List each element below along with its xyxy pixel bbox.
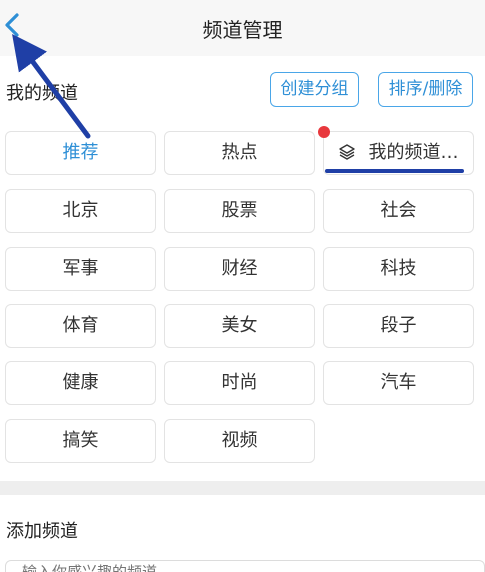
my-channels-grid: 推荐 热点 我的频道… 北京 股票 社会 军事 财经 科技 体育 美女 段子 健… (5, 131, 475, 465)
channel-chip[interactable]: 体育 (5, 304, 156, 348)
channel-label: 视频 (221, 430, 258, 451)
channel-label: 美女 (221, 315, 258, 336)
channel-chip[interactable]: 军事 (5, 247, 156, 291)
channel-search-input[interactable] (6, 561, 484, 572)
channel-chip[interactable]: 段子 (323, 304, 474, 348)
channel-label: 健康 (62, 372, 99, 393)
channel-chip[interactable]: 健康 (5, 361, 156, 405)
channel-label: 搞笑 (62, 430, 99, 451)
channel-label: 我的频道… (368, 142, 459, 163)
channel-label: 科技 (380, 258, 417, 279)
channel-chip[interactable]: 科技 (323, 247, 474, 291)
channel-label: 汽车 (380, 372, 417, 393)
channel-chip[interactable]: 美女 (164, 304, 315, 348)
section-divider (0, 481, 485, 495)
channel-chip[interactable]: 社会 (323, 189, 474, 233)
channel-label: 时尚 (221, 372, 258, 393)
channel-label: 军事 (62, 258, 99, 279)
channel-chip[interactable]: 股票 (164, 189, 315, 233)
add-channels-heading: 添加频道 (6, 521, 78, 542)
channel-chip[interactable]: 北京 (5, 189, 156, 233)
channel-search-box[interactable] (5, 560, 485, 572)
channel-chip[interactable]: 搞笑 (5, 419, 156, 463)
my-channels-heading: 我的频道 (6, 83, 78, 104)
nav-bar: 频道管理 (0, 0, 485, 56)
channel-label: 财经 (221, 258, 258, 279)
channel-chip[interactable]: 时尚 (164, 361, 315, 405)
my-channel-group-chip[interactable]: 我的频道… (323, 131, 474, 175)
channel-label: 段子 (380, 315, 417, 336)
channel-chip[interactable]: 财经 (164, 247, 315, 291)
layers-icon (338, 134, 355, 176)
create-group-button[interactable]: 创建分组 (270, 72, 359, 107)
channel-label: 股票 (221, 200, 258, 221)
channel-chip[interactable]: 视频 (164, 419, 315, 463)
channel-label: 体育 (62, 315, 99, 336)
channel-label: 北京 (62, 200, 99, 221)
channel-chip[interactable]: 汽车 (323, 361, 474, 405)
new-badge-dot (318, 126, 330, 138)
page-title: 频道管理 (202, 18, 283, 42)
channel-chip[interactable]: 推荐 (5, 131, 156, 175)
channel-chip[interactable]: 热点 (164, 131, 315, 175)
channel-label: 推荐 (62, 142, 99, 163)
channel-label: 热点 (221, 142, 258, 163)
channel-label: 社会 (380, 200, 417, 221)
sort-delete-button[interactable]: 排序/删除 (378, 72, 473, 107)
